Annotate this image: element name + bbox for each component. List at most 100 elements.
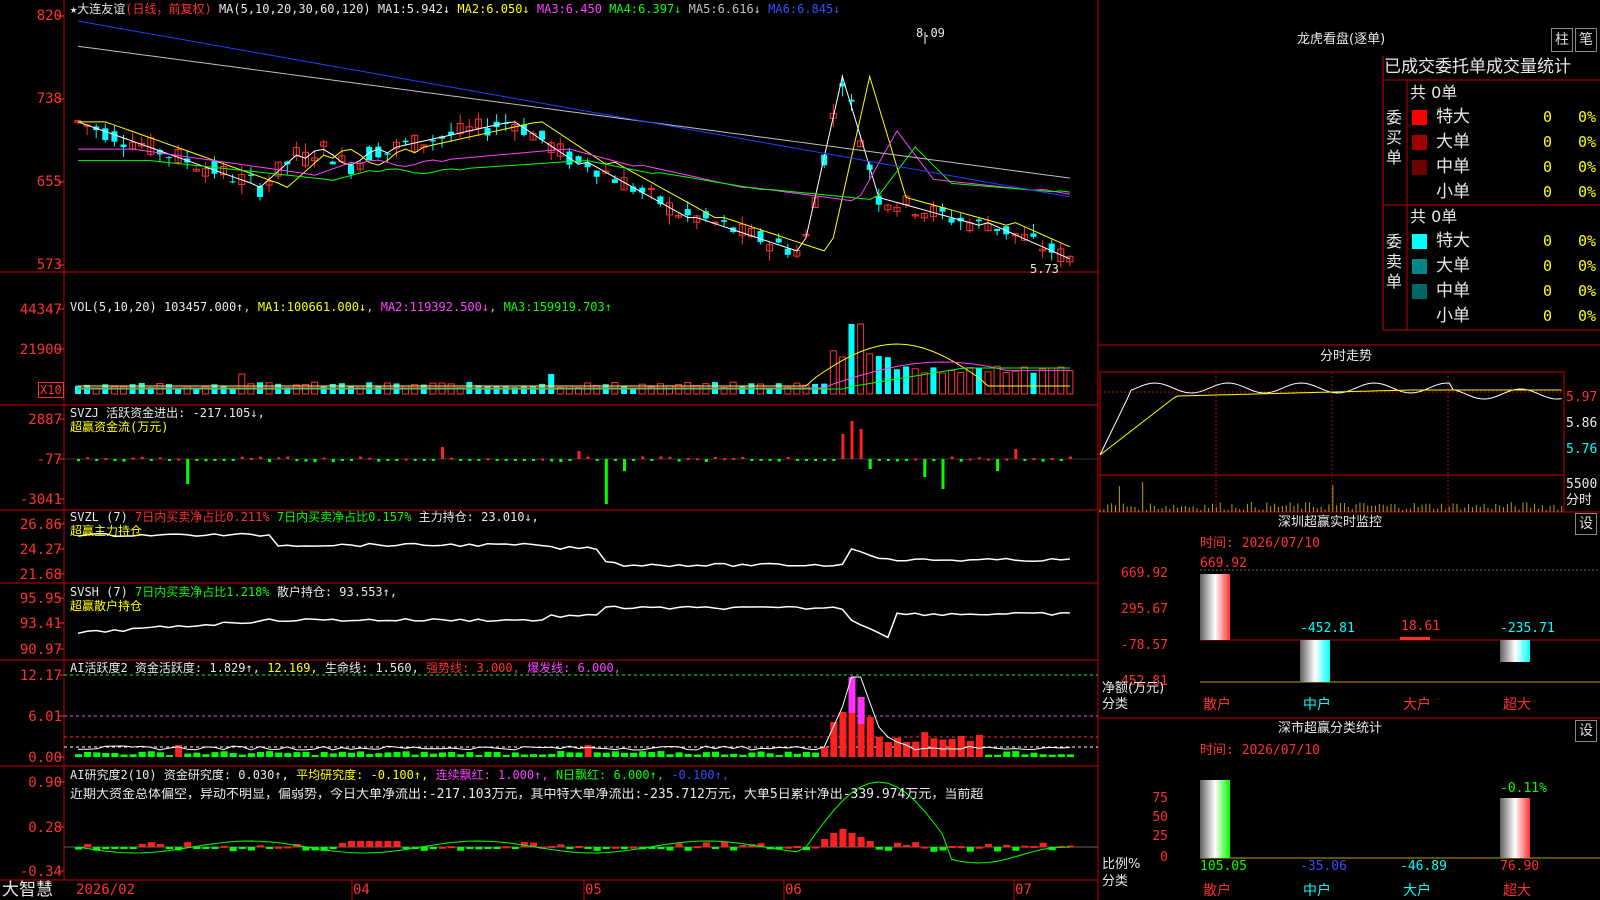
ai-bar-16: [220, 751, 228, 757]
ai-bar-64: [657, 751, 665, 757]
y-main-3: 573: [36, 257, 62, 273]
vol-bar-30: [348, 385, 354, 394]
air-bar-85: [848, 833, 856, 847]
svzl-subtitle: 超赢主力持仓: [70, 524, 143, 538]
y-svsh-1: 93.41: [19, 616, 62, 632]
svzj-bar-22: [277, 457, 281, 460]
szc-val-3: 76.90: [1500, 859, 1540, 874]
svzj-bar-62: [641, 456, 645, 459]
svzj-bar-23: [286, 456, 290, 459]
svzj-bar-63: [650, 459, 654, 461]
vol-bar-83: [829, 350, 837, 395]
buy-swatch-3: [1412, 185, 1427, 200]
buy-row-pct-0: 0%: [1578, 108, 1597, 126]
air-bar-90: [894, 842, 901, 847]
ai-bar-80: [803, 751, 810, 757]
air-bar-58: [602, 847, 610, 849]
candle-body-71: [721, 220, 728, 222]
ai-bar-60: [621, 752, 628, 757]
szc-val-1: -35.06: [1300, 859, 1347, 874]
svzj-bar-73: [741, 456, 745, 459]
svzj-bar-82: [823, 459, 827, 461]
svzl-title: SVZL (7): [70, 510, 128, 524]
candle-body-34: [384, 153, 391, 155]
tab-tick[interactable]: 笔: [1575, 28, 1597, 52]
ai-bar-61: [630, 752, 638, 757]
ai-bar-30: [348, 752, 355, 757]
sell-swatch-0: [1412, 234, 1427, 249]
svzj-bar-84: [841, 434, 845, 459]
svzj-bar-32: [368, 457, 372, 460]
air-bar-44: [475, 847, 483, 850]
ai-bar-101: [994, 754, 1002, 757]
air-bar-28: [329, 847, 337, 849]
svzj-bar-80: [805, 459, 808, 461]
sz-monitor-settings-button[interactable]: 设: [1575, 513, 1597, 535]
ai-bar-29: [338, 751, 346, 757]
air-bar-46: [493, 847, 501, 849]
ai-bar-79: [793, 753, 801, 757]
air-bar-42: [457, 847, 465, 851]
air-bar-96: [948, 845, 956, 848]
air-bar-52: [548, 846, 556, 849]
air-bar-81: [812, 846, 820, 849]
tab-bar[interactable]: 柱: [1551, 28, 1573, 52]
svsh-ratio: 7日内买卖净占比1.218%: [135, 585, 270, 599]
stock-name: 大连友谊: [77, 2, 126, 16]
tiger-title: 龙虎看盘(逐单): [1297, 32, 1386, 47]
vol-bar-0: [75, 385, 81, 394]
air-bar-83: [830, 833, 838, 847]
svzj-bar-109: [1068, 456, 1072, 459]
ai-line: [77, 676, 1070, 751]
svzl-line: [77, 532, 1070, 568]
y-main-0: 820: [36, 8, 62, 24]
szc-cat-0: 散户: [1203, 883, 1231, 899]
ai-bar-45: [484, 751, 492, 757]
vol-bar-93: [920, 372, 928, 395]
ai-bar-43: [466, 752, 474, 757]
chart-canvas[interactable]: [0, 0, 1600, 900]
air-bar-34: [384, 841, 392, 847]
svzj-bar-95: [941, 459, 945, 489]
vol-bar-95: [939, 372, 946, 395]
ai-bar-7: [138, 751, 146, 757]
svzj-bar-46: [495, 459, 499, 461]
vol-bar-85: [848, 324, 855, 394]
svzl-legend: SVZL (7) 7日内买卖净占比0.211% 7日内买卖净占比0.157% 主…: [70, 510, 539, 524]
ma-title: MA(5,10,20,30,60,120): [218, 2, 371, 16]
svzj-bar-49: [522, 459, 526, 461]
intraday-y-2: 5.76: [1566, 442, 1598, 457]
svzj-bar-9: [158, 457, 162, 460]
svzj-bar-7: [140, 456, 144, 459]
candle-body-55: [575, 156, 582, 163]
vol-bar-107: [1048, 367, 1056, 395]
ai-bar-52: [548, 753, 556, 757]
szc-settings-button[interactable]: 设: [1575, 720, 1597, 742]
svzj-bar-86: [859, 429, 863, 459]
vol-unit-badge[interactable]: X10: [38, 382, 64, 398]
buy-swatch-0: [1412, 110, 1427, 125]
ai-bar-28: [329, 753, 337, 757]
y-main-1: 738: [36, 91, 62, 107]
vol-bar-105: [1030, 372, 1037, 394]
ai-bar-8: [147, 751, 155, 757]
vol-title: VOL(5,10,20): [70, 300, 157, 314]
svzj-bar-104: [1023, 459, 1027, 461]
svzj-bar-93: [923, 459, 927, 477]
sell-row-name-1: 大单: [1436, 256, 1470, 276]
ai-bar-2: [93, 752, 101, 757]
ai-bar-67: [684, 753, 692, 757]
air-bar-99: [975, 846, 983, 849]
brand-logo[interactable]: 大智慧: [2, 880, 53, 900]
sell-swatch-2: [1412, 284, 1427, 299]
svzj-bar-60: [623, 459, 626, 471]
candle-body-59: [611, 179, 618, 183]
ai-bar-34: [384, 752, 392, 757]
vol-bar-86: [857, 323, 865, 395]
air-bar-33: [375, 841, 383, 847]
air-bar-103: [1012, 847, 1020, 851]
svzj-bar-1: [86, 457, 90, 460]
air-bar-4: [111, 847, 119, 849]
vol-bar-50: [530, 385, 536, 394]
ai-bar-74: [748, 752, 756, 757]
